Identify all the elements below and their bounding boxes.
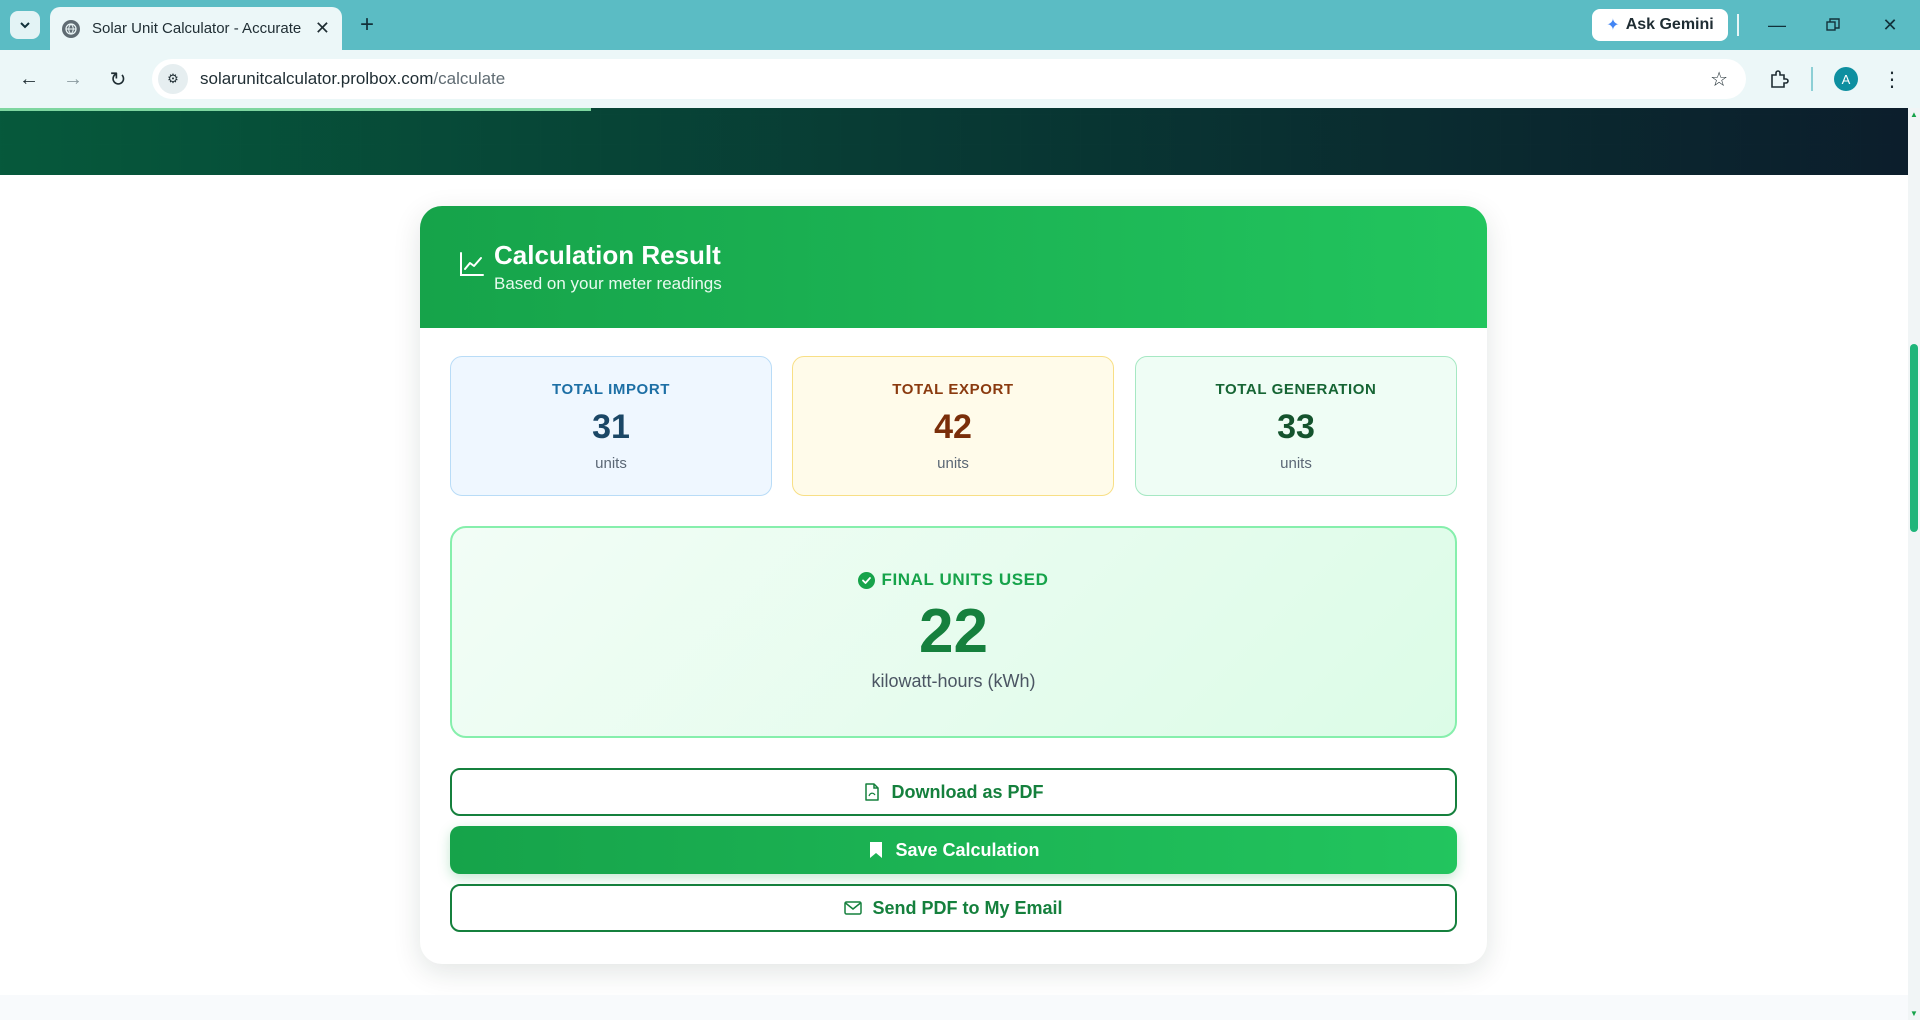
browser-toolbar: ← → ↻ ⚙ solarunitcalculator.prolbox.com/… bbox=[0, 50, 1920, 108]
scroll-down-arrow-icon[interactable]: ▼ bbox=[1910, 1009, 1918, 1018]
envelope-icon bbox=[844, 899, 863, 917]
forward-button[interactable]: → bbox=[58, 64, 88, 94]
kebab-menu-icon: ⋮ bbox=[1882, 68, 1902, 91]
url-text[interactable]: solarunitcalculator.prolbox.com/calculat… bbox=[200, 69, 505, 89]
close-icon: ✕ bbox=[1882, 14, 1898, 35]
new-tab-button[interactable]: + bbox=[354, 11, 380, 38]
profile-avatar[interactable]: A bbox=[1834, 67, 1858, 91]
minimize-icon: — bbox=[1768, 14, 1786, 35]
back-button[interactable]: ← bbox=[14, 64, 44, 94]
chevron-down-icon bbox=[20, 22, 30, 29]
total-import-card: TOTAL IMPORT 31 units bbox=[450, 356, 772, 496]
minimize-button[interactable]: — bbox=[1764, 12, 1790, 38]
page-viewport: Calculation Result Based on your meter r… bbox=[0, 108, 1908, 1020]
total-import-unit: units bbox=[595, 455, 627, 472]
site-info-icon[interactable]: ⚙ bbox=[158, 64, 188, 94]
total-export-label: TOTAL EXPORT bbox=[892, 381, 1014, 398]
bookmark-star-icon[interactable]: ☆ bbox=[1710, 67, 1728, 92]
result-header: Calculation Result Based on your meter r… bbox=[420, 206, 1487, 328]
total-generation-label: TOTAL GENERATION bbox=[1215, 381, 1377, 398]
download-pdf-button[interactable]: Download as PDF bbox=[450, 768, 1457, 816]
total-generation-card: TOTAL GENERATION 33 units bbox=[1135, 356, 1457, 496]
ask-gemini-button[interactable]: ✦ Ask Gemini bbox=[1592, 9, 1728, 41]
plus-icon: + bbox=[359, 11, 374, 38]
check-circle-icon bbox=[858, 571, 876, 589]
active-tab[interactable]: Solar Unit Calculator - Accurate ✕ bbox=[50, 7, 342, 50]
total-generation-unit: units bbox=[1280, 455, 1312, 472]
final-units-unit: kilowatt-hours (kWh) bbox=[871, 671, 1036, 691]
bookmark-icon bbox=[867, 841, 885, 859]
hero-banner bbox=[0, 108, 1908, 175]
tab-list-button[interactable] bbox=[10, 11, 40, 39]
total-import-value: 31 bbox=[592, 408, 630, 446]
url-path: /calculate bbox=[433, 69, 506, 88]
browser-tab-bar: Solar Unit Calculator - Accurate ✕ + ✦ A… bbox=[0, 0, 1920, 50]
reload-button[interactable]: ↻ bbox=[103, 64, 133, 94]
toolbar-divider bbox=[1811, 67, 1813, 91]
page-scrollbar[interactable]: ▲ ▼ bbox=[1908, 108, 1920, 1020]
final-units-label-row: FINAL UNITS USED bbox=[452, 570, 1455, 590]
total-export-card: TOTAL EXPORT 42 units bbox=[792, 356, 1114, 496]
restore-icon bbox=[1826, 18, 1840, 31]
line-chart-icon bbox=[460, 252, 484, 276]
download-pdf-label: Download as PDF bbox=[891, 781, 1044, 802]
total-import-label: TOTAL IMPORT bbox=[551, 381, 671, 398]
gemini-sparkle-icon: ✦ bbox=[1606, 17, 1620, 34]
scrollbar-thumb[interactable] bbox=[1910, 344, 1918, 532]
tab-title: Solar Unit Calculator - Accurate bbox=[92, 20, 302, 37]
puzzle-icon bbox=[1771, 70, 1789, 88]
close-window-button[interactable]: ✕ bbox=[1877, 12, 1903, 38]
save-calculation-label: Save Calculation bbox=[895, 839, 1040, 860]
tab-close-icon[interactable]: ✕ bbox=[315, 18, 330, 39]
scroll-up-arrow-icon[interactable]: ▲ bbox=[1910, 110, 1918, 119]
send-pdf-email-button[interactable]: Send PDF to My Email bbox=[450, 884, 1457, 932]
page-bottom-section bbox=[0, 995, 1908, 1020]
total-export-unit: units bbox=[937, 455, 969, 472]
ask-gemini-label: Ask Gemini bbox=[1625, 16, 1714, 33]
extensions-button[interactable] bbox=[1764, 64, 1794, 94]
restore-button[interactable] bbox=[1820, 12, 1846, 38]
calculation-result-card: Calculation Result Based on your meter r… bbox=[420, 206, 1487, 964]
total-export-value: 42 bbox=[934, 408, 972, 446]
arrow-left-icon: ← bbox=[19, 67, 39, 90]
url-host: solarunitcalculator.prolbox.com bbox=[200, 69, 434, 88]
browser-menu-button[interactable]: ⋮ bbox=[1880, 64, 1904, 94]
final-units-label: FINAL UNITS USED bbox=[881, 570, 1049, 589]
arrow-right-icon: → bbox=[63, 67, 83, 90]
result-title: Calculation Result bbox=[494, 240, 721, 270]
save-calculation-button[interactable]: Save Calculation bbox=[450, 826, 1457, 874]
result-subtitle: Based on your meter readings bbox=[494, 274, 722, 293]
page-load-progress bbox=[0, 108, 592, 111]
final-units-panel: FINAL UNITS USED 22 kilowatt-hours (kWh) bbox=[450, 526, 1457, 738]
final-units-value: 22 bbox=[919, 597, 988, 666]
send-pdf-email-label: Send PDF to My Email bbox=[872, 897, 1063, 918]
globe-icon bbox=[62, 19, 80, 38]
address-bar[interactable]: ⚙ solarunitcalculator.prolbox.com/calcul… bbox=[152, 59, 1746, 99]
tabbar-divider bbox=[1737, 14, 1739, 36]
total-generation-value: 33 bbox=[1277, 408, 1315, 446]
reload-icon: ↻ bbox=[109, 68, 127, 91]
pdf-file-icon bbox=[863, 783, 881, 801]
